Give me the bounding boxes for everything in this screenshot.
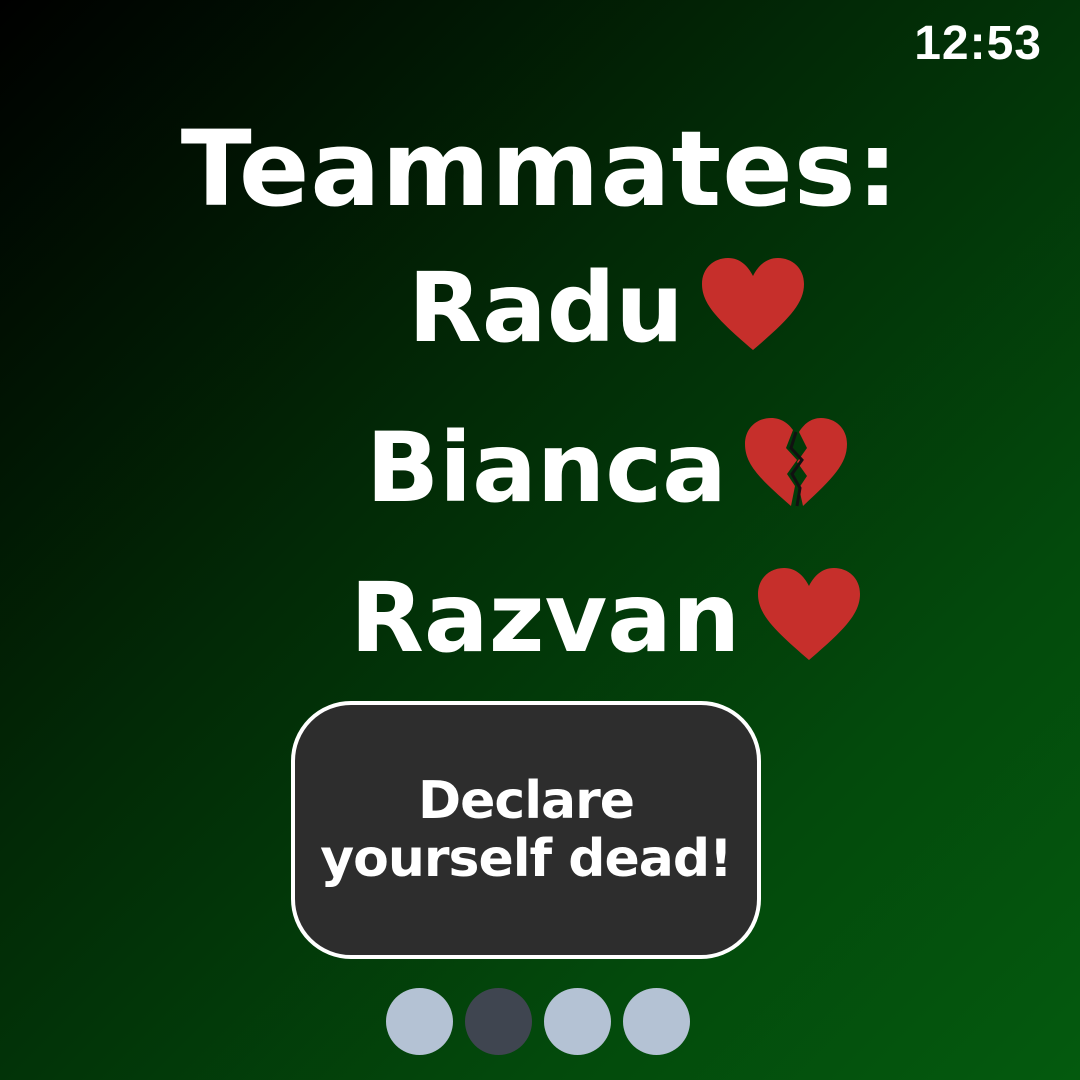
page-indicator — [386, 988, 690, 1055]
declare-dead-label: Declare yourself dead! — [300, 772, 752, 888]
page-dot-3[interactable] — [544, 988, 611, 1055]
page-dot-1[interactable] — [386, 988, 453, 1055]
declare-dead-button[interactable]: Declare yourself dead! — [291, 701, 761, 959]
clock-time: 12:53 — [914, 17, 1042, 70]
page-dot-2-active[interactable] — [465, 988, 532, 1055]
teammate-name: Razvan — [350, 562, 741, 674]
page-title: Teammates: — [180, 108, 900, 230]
teammate-name: Bianca — [366, 412, 727, 524]
heart-icon — [701, 258, 804, 350]
teammate-name: Radu — [408, 252, 684, 364]
page-dot-4[interactable] — [623, 988, 690, 1055]
teammate-razvan: Razvan — [350, 568, 864, 668]
heart-icon — [758, 568, 861, 660]
declare-line-1: Declare — [417, 770, 635, 831]
broken-heart-icon — [744, 418, 847, 507]
declare-line-2: yourself dead! — [320, 829, 733, 889]
teammate-radu: Radu — [408, 258, 808, 358]
teammate-bianca: Bianca — [366, 418, 851, 518]
